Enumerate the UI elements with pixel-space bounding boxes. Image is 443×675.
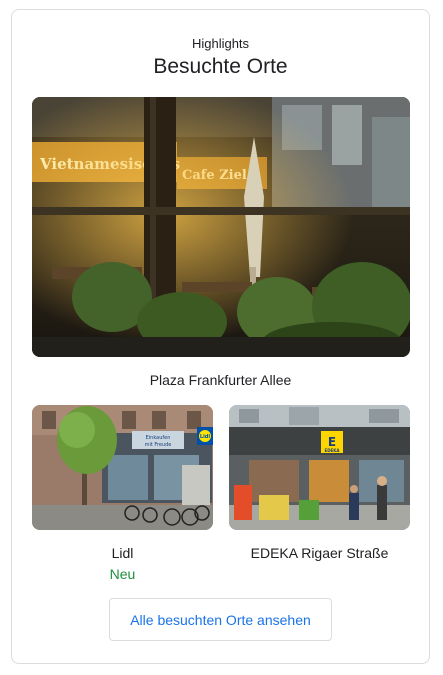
place-photo-plaza[interactable]: Vietnamesisches Cafe Ziel [32, 97, 410, 357]
svg-text:mit Freude: mit Freude [145, 442, 172, 448]
view-all-places-button[interactable]: Alle besuchten Orte ansehen [109, 598, 332, 641]
section-title: Besuchte Orte [153, 55, 288, 78]
place-photo-edeka[interactable]: E EDEKA [229, 405, 410, 530]
section-kicker: Highlights [191, 36, 250, 51]
place-name-lidl[interactable]: Lidl [32, 545, 213, 561]
restaurant-night-photo: Vietnamesisches Cafe Ziel [32, 97, 410, 357]
lidl-storefront-photo: Einkaufen mit Freude Lidl [32, 405, 213, 530]
place-photo-lidl[interactable]: Einkaufen mit Freude Lidl [32, 405, 213, 530]
visited-places-card: Highlights Besuchte Orte Plaza Frankfurt… [11, 9, 430, 664]
new-badge: Neu [109, 566, 136, 582]
place-name-edeka[interactable]: EDEKA Rigaer Straße [229, 545, 410, 561]
edeka-storefront-photo: E EDEKA [229, 405, 410, 530]
svg-text:EDEKA: EDEKA [325, 448, 341, 453]
svg-text:E: E [328, 435, 336, 449]
svg-text:Lidl: Lidl [200, 434, 210, 440]
svg-text:Einkaufen: Einkaufen [146, 435, 171, 441]
place-name-plaza[interactable]: Plaza Frankfurter Allee [12, 372, 429, 388]
